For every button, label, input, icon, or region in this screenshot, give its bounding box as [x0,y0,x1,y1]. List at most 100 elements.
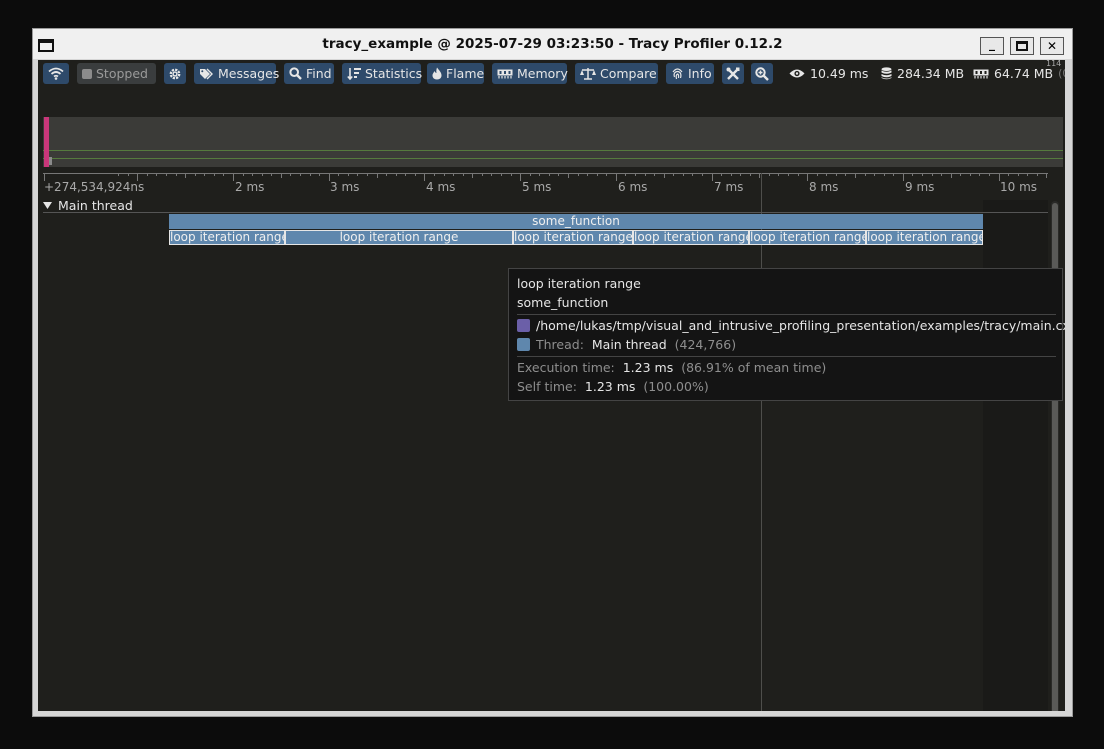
ruler-tick [280,173,282,178]
find-button[interactable]: Find [284,63,334,84]
compare-button[interactable]: Compare [575,63,658,84]
ruler-tick [395,173,397,176]
source-color-square [517,319,530,332]
zone-loop-iteration[interactable]: loop iteration range [749,230,866,245]
connection-button[interactable] [43,63,69,84]
stopped-button[interactable]: Stopped [77,63,156,84]
ruler-tick [166,173,167,176]
ruler-tick [768,173,770,176]
ruler-tick [855,173,857,178]
ruler-tick [864,173,866,176]
wifi-icon [48,67,64,80]
ruler-tick [663,173,665,178]
ruler-tick [433,173,435,176]
self-value: 1.23 ms [584,379,636,394]
cursor-line [761,173,762,711]
tooltip-self-row: Self time: 1.23 ms (100.00%) [517,379,709,394]
database-icon [881,67,892,80]
zone-loop-iteration[interactable]: loop iteration range [513,230,633,245]
sort-amount-icon [347,68,361,80]
ruler-tick [472,173,474,178]
ruler-tick [185,173,187,178]
close-button[interactable]: ✕ [1040,37,1064,55]
zone-loop-iteration[interactable]: loop iteration range [169,230,285,245]
tick-label: 3 ms [330,180,360,194]
info-button[interactable]: Info [666,63,714,84]
tick-label: 5 ms [522,180,552,194]
statistics-label: Statistics [365,66,423,81]
ruler-tick [577,173,579,176]
ruler-tick [711,173,713,181]
fingerprint-icon [672,68,683,80]
ruler-tick [845,173,847,176]
ruler-tick [223,173,225,176]
stop-icon [82,68,92,79]
tooltip-zone-name: loop iteration range [517,276,641,291]
settings-button[interactable] [164,63,186,84]
ruler-tick [615,173,617,181]
ruler-tick [749,173,751,176]
memory-usage-tail: (0 [1058,67,1065,80]
thread-name: Main thread [58,198,133,213]
ruler-tick [874,173,876,176]
compare-label: Compare [600,66,657,81]
memory-usage-stat: 64.74 MB (0 [973,66,1065,81]
flame-button[interactable]: Flame [427,63,484,84]
toolbar: Stopped Messages Find Statistics Flame M… [38,60,1065,88]
ruler-tick [922,173,924,176]
tools-button[interactable] [722,63,744,84]
ruler-tick [883,173,885,176]
zone-loop-iteration[interactable]: loop iteration range [633,230,749,245]
ruler-tick [826,173,828,176]
maximize-button[interactable] [1010,37,1034,55]
zone-loop-iteration[interactable]: loop iteration range [866,230,983,245]
tools-icon [726,67,740,80]
ruler-tick [204,173,206,176]
zone-loop-iteration[interactable]: loop iteration range [285,230,513,245]
title-bar[interactable]: tracy_example @ 2025-07-29 03:23:50 - Tr… [33,29,1072,59]
collapse-triangle-icon [43,202,52,209]
ruler-tick [242,173,244,176]
profiler-main: Stopped Messages Find Statistics Flame M… [38,60,1065,711]
memory-button[interactable]: Memory [492,63,568,84]
zoom-button[interactable] [751,63,773,84]
ruler-tick [453,173,455,176]
zone-tooltip: loop iteration range some_function /home… [508,268,1065,401]
ruler-tick [539,173,541,176]
thread-header[interactable]: Main thread [43,198,133,213]
messages-button[interactable]: Messages [194,63,279,84]
exec-note: (86.91% of mean time) [681,360,827,375]
tick-label: 4 ms [426,180,456,194]
ruler-tick [548,173,550,176]
close-icon: ✕ [1046,39,1058,53]
thread-separator [43,212,1048,213]
ruler-tick [692,173,694,176]
ruler-tick [366,173,368,176]
minimize-button[interactable]: _ [980,37,1004,55]
ruler-tick [357,173,359,176]
statistics-button[interactable]: Statistics [342,63,423,84]
ruler-tick [376,173,378,178]
tags-icon [200,68,213,79]
frame-overview[interactable] [43,117,1063,167]
ruler-tick [1046,173,1048,178]
self-note: (100.00%) [643,379,709,394]
zone-some-function[interactable]: some_function [169,214,983,229]
tick-label: 6 ms [618,180,648,194]
ruler-tick [673,173,675,176]
ruler-tick [816,173,818,176]
tooltip-thread-row: Thread: Main thread (424,766) [517,337,736,352]
data-size-value: 284.34 MB [897,66,965,81]
tick-label: 2 ms [235,180,265,194]
ruler-tick [1017,173,1019,176]
ruler-tick [740,173,742,176]
frame-marker-small [49,157,52,165]
ruler-tick [290,173,292,176]
eye-icon [789,69,805,78]
ruler-tick [252,173,254,176]
memory-usage-value: 64.74 MB [994,66,1054,81]
tooltip-function: some_function [517,295,609,310]
ruler-tick [682,173,684,176]
ruler-tick [1008,173,1010,176]
ruler-tick [1036,173,1038,176]
